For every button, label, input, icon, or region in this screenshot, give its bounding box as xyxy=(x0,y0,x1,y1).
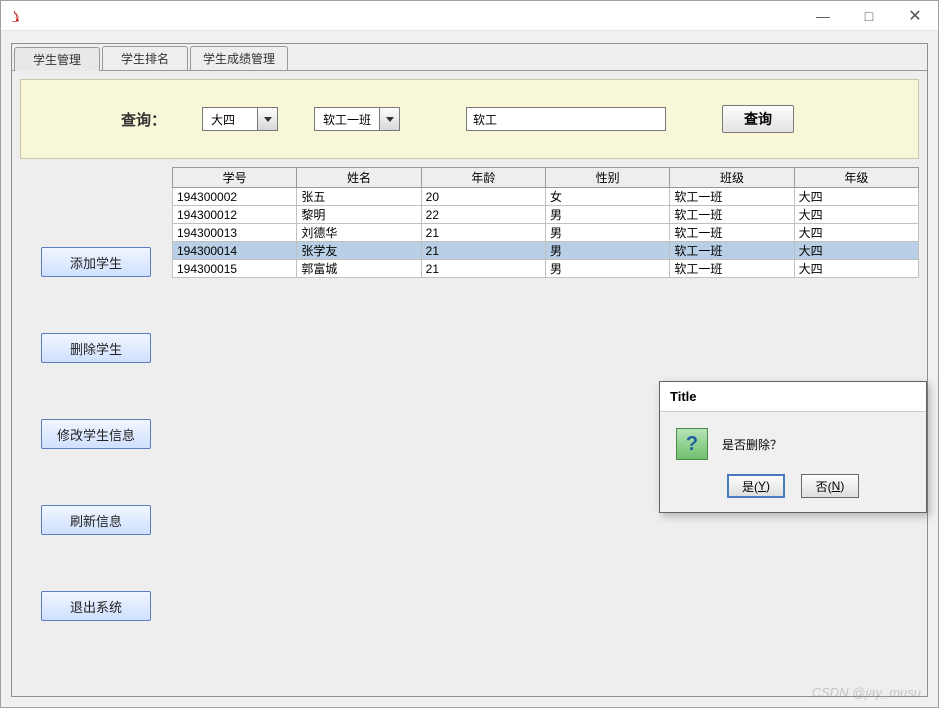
table-row[interactable]: 194300012黎明22男软工一班大四 xyxy=(173,206,919,224)
window-controls: — □ ✕ xyxy=(800,1,938,30)
content-frame: 学生管理 学生排名 学生成绩管理 查询： 大四 软工一班 xyxy=(1,31,938,707)
delete-student-button[interactable]: 删除学生 xyxy=(41,333,151,363)
tab-student-manage[interactable]: 学生管理 xyxy=(14,47,100,71)
search-label: 查询： xyxy=(121,109,166,130)
grade-select-value: 大四 xyxy=(203,111,257,128)
class-select-value: 软工一班 xyxy=(315,111,379,128)
button-label: 退出系统 xyxy=(70,597,122,616)
table-cell[interactable]: 软工一班 xyxy=(670,206,794,224)
table-cell[interactable]: 张学友 xyxy=(297,242,421,260)
table-row[interactable]: 194300013刘德华21男软工一班大四 xyxy=(173,224,919,242)
sidebar: 添加学生 删除学生 修改学生信息 刷新信息 退出系统 xyxy=(20,167,172,688)
no-suffix: ) xyxy=(840,479,844,493)
button-label: 修改学生信息 xyxy=(57,425,135,444)
search-button[interactable]: 查询 xyxy=(722,105,794,133)
table-cell[interactable]: 大四 xyxy=(794,260,918,278)
table-cell[interactable]: 21 xyxy=(421,260,545,278)
tab-student-rank[interactable]: 学生排名 xyxy=(102,46,188,70)
titlebar: — □ ✕ xyxy=(1,1,938,31)
table-cell[interactable]: 张五 xyxy=(297,188,421,206)
no-prefix: 否( xyxy=(816,478,832,495)
button-label: 删除学生 xyxy=(70,339,122,358)
exit-button[interactable]: 退出系统 xyxy=(41,591,151,621)
yes-prefix: 是( xyxy=(742,478,758,495)
table-cell[interactable]: 大四 xyxy=(794,224,918,242)
table-cell[interactable]: 194300014 xyxy=(173,242,297,260)
tab-label: 学生管理 xyxy=(33,51,81,68)
edit-student-button[interactable]: 修改学生信息 xyxy=(41,419,151,449)
minimize-button[interactable]: — xyxy=(800,1,846,30)
dialog-message: 是否删除？ xyxy=(722,436,782,453)
button-label: 刷新信息 xyxy=(70,511,122,530)
table-cell[interactable]: 男 xyxy=(545,206,669,224)
table-cell[interactable]: 194300002 xyxy=(173,188,297,206)
search-button-label: 查询 xyxy=(744,109,772,129)
table-cell[interactable]: 大四 xyxy=(794,188,918,206)
class-select[interactable]: 软工一班 xyxy=(314,107,400,131)
table-row[interactable]: 194300014张学友21男软工一班大四 xyxy=(173,242,919,260)
table-cell[interactable]: 郭富城 xyxy=(297,260,421,278)
table-row[interactable]: 194300002张五20女软工一班大四 xyxy=(173,188,919,206)
tab-strip: 学生管理 学生排名 学生成绩管理 xyxy=(12,44,927,70)
search-bar: 查询： 大四 软工一班 查询 xyxy=(20,79,919,159)
table-cell[interactable]: 大四 xyxy=(794,242,918,260)
table-cell[interactable]: 男 xyxy=(545,224,669,242)
dialog-buttons: 是(Y) 否(N) xyxy=(660,468,926,512)
th-student-id[interactable]: 学号 xyxy=(173,168,297,188)
close-button[interactable]: ✕ xyxy=(892,1,938,30)
table-cell[interactable]: 194300015 xyxy=(173,260,297,278)
table-cell[interactable]: 黎明 xyxy=(297,206,421,224)
tab-label: 学生成绩管理 xyxy=(203,50,275,67)
dialog-no-button[interactable]: 否(N) xyxy=(801,474,859,498)
th-grade[interactable]: 年级 xyxy=(794,168,918,188)
table-cell[interactable]: 男 xyxy=(545,260,669,278)
table-row[interactable]: 194300015郭富城21男软工一班大四 xyxy=(173,260,919,278)
no-key: N xyxy=(832,479,841,493)
table-cell[interactable]: 软工一班 xyxy=(670,242,794,260)
question-icon: ? xyxy=(676,428,708,460)
table-cell[interactable]: 20 xyxy=(421,188,545,206)
app-window: — □ ✕ 学生管理 学生排名 学生成绩管理 查询： xyxy=(0,0,939,708)
tab-label: 学生排名 xyxy=(121,50,169,67)
table-cell[interactable]: 21 xyxy=(421,242,545,260)
java-app-icon xyxy=(7,8,23,24)
table-cell[interactable]: 21 xyxy=(421,224,545,242)
yes-key: Y xyxy=(758,479,766,493)
th-class[interactable]: 班级 xyxy=(670,168,794,188)
student-table[interactable]: 学号 姓名 年龄 性别 班级 年级 194300002张五20女软工一班大四19… xyxy=(172,167,919,278)
table-cell[interactable]: 194300012 xyxy=(173,206,297,224)
button-label: 添加学生 xyxy=(70,253,122,272)
table-cell[interactable]: 软工一班 xyxy=(670,260,794,278)
dialog-body: ? 是否删除？ xyxy=(660,412,926,468)
th-age[interactable]: 年龄 xyxy=(421,168,545,188)
table-cell[interactable]: 男 xyxy=(545,242,669,260)
yes-suffix: ) xyxy=(766,479,770,493)
dialog-title: Title xyxy=(660,382,926,412)
table-cell[interactable]: 软工一班 xyxy=(670,224,794,242)
refresh-button[interactable]: 刷新信息 xyxy=(41,505,151,535)
th-name[interactable]: 姓名 xyxy=(297,168,421,188)
grade-select[interactable]: 大四 xyxy=(202,107,278,131)
chevron-down-icon xyxy=(257,108,277,130)
add-student-button[interactable]: 添加学生 xyxy=(41,247,151,277)
table-cell[interactable]: 194300013 xyxy=(173,224,297,242)
dialog-yes-button[interactable]: 是(Y) xyxy=(727,474,785,498)
table-cell[interactable]: 软工一班 xyxy=(670,188,794,206)
table-cell[interactable]: 22 xyxy=(421,206,545,224)
maximize-button[interactable]: □ xyxy=(846,1,892,30)
inner-panel: 学生管理 学生排名 学生成绩管理 查询： 大四 软工一班 xyxy=(11,43,928,697)
tab-student-score[interactable]: 学生成绩管理 xyxy=(190,46,288,70)
th-gender[interactable]: 性别 xyxy=(545,168,669,188)
table-header-row: 学号 姓名 年龄 性别 班级 年级 xyxy=(173,168,919,188)
tab-body: 查询： 大四 软工一班 查询 xyxy=(12,70,927,696)
table-cell[interactable]: 大四 xyxy=(794,206,918,224)
table-cell[interactable]: 女 xyxy=(545,188,669,206)
table-cell[interactable]: 刘德华 xyxy=(297,224,421,242)
search-input[interactable] xyxy=(466,107,666,131)
confirm-dialog: Title ? 是否删除？ 是(Y) 否(N) xyxy=(659,381,927,513)
chevron-down-icon xyxy=(379,108,399,130)
